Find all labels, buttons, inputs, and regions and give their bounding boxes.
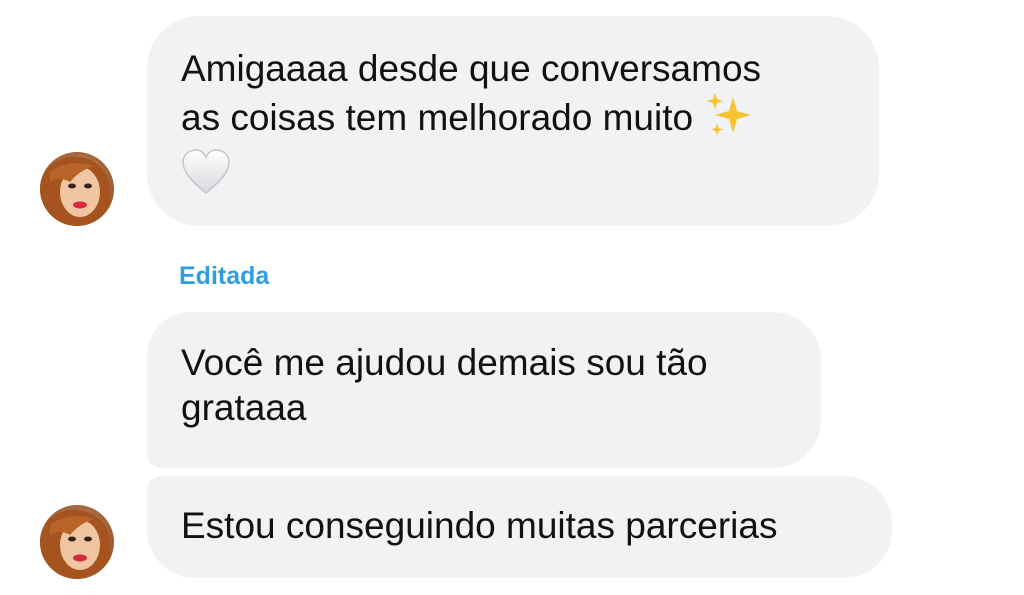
- white-heart-icon: [181, 149, 231, 205]
- message-line: Estou conseguindo muitas parcerias: [181, 505, 778, 546]
- message-line: [181, 149, 845, 205]
- sender-avatar[interactable]: [40, 505, 114, 579]
- message-bubble[interactable]: Amigaaaa desde que conversamos as coisas…: [147, 16, 879, 226]
- message-bubble[interactable]: Você me ajudou demais sou tão grataaa: [147, 312, 821, 468]
- message-bubble[interactable]: Estou conseguindo muitas parcerias: [147, 476, 892, 578]
- sparkles-icon: [703, 91, 755, 149]
- edited-label: Editada: [179, 262, 270, 290]
- message-line-text: as coisas tem melhorado muito: [181, 96, 694, 138]
- sender-avatar[interactable]: [40, 152, 114, 226]
- message-line: as coisas tem melhorado muito: [181, 91, 845, 149]
- message-line: Você me ajudou demais sou tão: [181, 342, 708, 383]
- message-line: Amigaaaa desde que conversamos: [181, 48, 762, 89]
- message-line: grataaa: [181, 387, 307, 428]
